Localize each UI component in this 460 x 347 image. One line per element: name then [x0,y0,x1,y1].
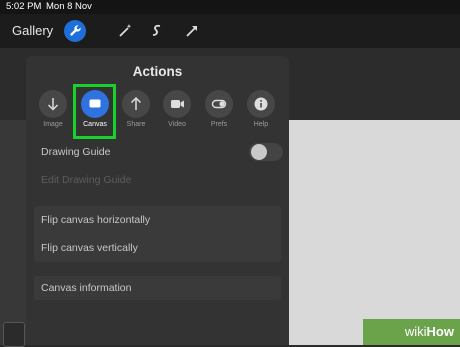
share-arrow-icon [122,90,150,118]
flip-horizontal-item[interactable]: Flip canvas horizontally [41,206,150,234]
watermark-how: How [426,324,454,339]
gallery-button[interactable]: Gallery [12,23,53,38]
flip-options-group: Flip canvas horizontally Flip canvas ver… [34,206,281,262]
arrow-cursor-icon[interactable] [181,20,203,42]
action-label: Help [253,121,269,128]
status-bar: 5:02 PM Mon 8 Nov [0,0,460,14]
action-image[interactable]: Image [33,90,73,128]
edit-drawing-guide-row: Edit Drawing Guide [34,168,281,192]
side-slider-handle[interactable] [3,322,25,347]
smudge-s-icon[interactable] [146,20,168,42]
action-share[interactable]: Share [116,90,156,128]
drawing-guide-label: Drawing Guide [41,146,111,158]
canvas-information-row[interactable]: Canvas information [34,276,281,300]
action-video[interactable]: Video [157,90,197,128]
wrench-icon[interactable] [64,20,86,42]
drawing-guide-row[interactable]: Drawing Guide [34,140,283,164]
info-icon [247,90,275,118]
top-toolbar: Gallery [0,14,460,48]
edit-drawing-guide-label: Edit Drawing Guide [41,174,132,186]
drawing-guide-toggle[interactable] [249,143,283,161]
toggle-icon [205,90,233,118]
panel-title: Actions [132,64,183,79]
status-date: Mon 8 Nov [46,1,92,12]
actions-panel: Actions Image Canvas Share Video Prefs H… [26,56,289,345]
action-label: Prefs [210,121,228,128]
status-time: 5:02 PM [6,1,42,12]
action-label: Share [126,121,146,128]
video-camera-icon [163,90,191,118]
toggle-knob [251,144,267,160]
canvas-information-label: Canvas information [41,282,132,294]
action-label: Image [43,121,63,128]
flip-vertical-item[interactable]: Flip canvas vertically [41,234,138,262]
watermark-wiki: wiki [404,324,427,339]
action-label: Video [168,121,186,128]
canvas-highlight-box [73,84,116,139]
side-bar [0,120,26,345]
wikihow-watermark: wikiHow [363,319,460,345]
magic-wand-icon[interactable] [114,20,136,42]
action-help[interactable]: Help [241,90,281,128]
action-prefs[interactable]: Prefs [199,90,239,128]
download-arrow-icon [39,90,67,118]
